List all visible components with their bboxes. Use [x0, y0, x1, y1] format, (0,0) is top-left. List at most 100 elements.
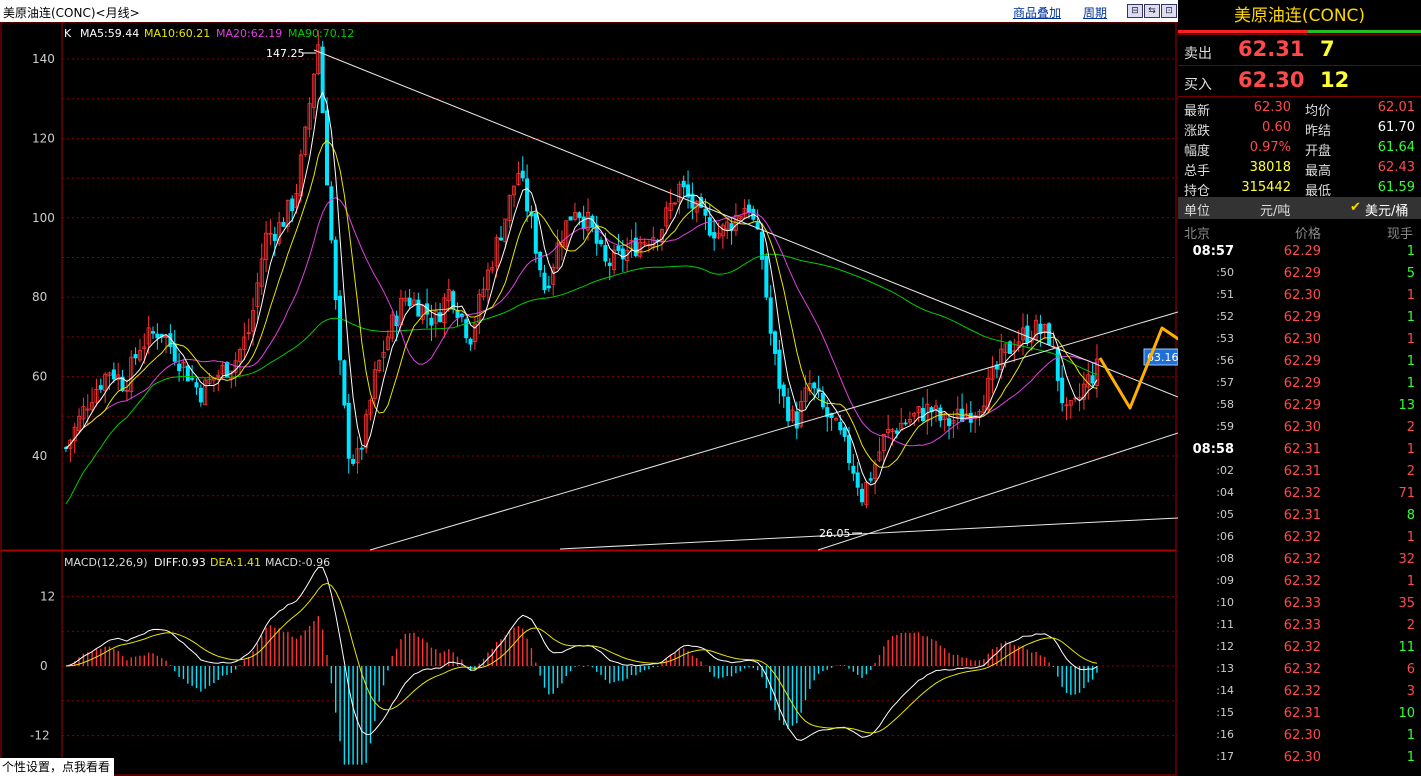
candle: [451, 289, 456, 314]
macd-y-tick-label: 0: [40, 659, 48, 673]
candle: [181, 358, 186, 381]
candle-body: [599, 239, 604, 245]
tick-row: :52 62.29 1: [1178, 307, 1421, 329]
swap-view-icon[interactable]: ⇆: [1144, 4, 1160, 18]
candle: [137, 338, 142, 363]
stat-value: 0.97%: [1249, 140, 1291, 155]
tick-volume: 35: [1398, 596, 1415, 611]
candle-body: [1025, 325, 1030, 344]
y-tick-label: 40: [32, 449, 47, 463]
candle: [907, 411, 912, 426]
ticks-head-price: 价格: [1295, 227, 1322, 242]
candle: [190, 364, 195, 382]
candle: [1077, 383, 1082, 412]
stat-value: 61.59: [1377, 180, 1415, 195]
tick-volume: 2: [1406, 464, 1415, 479]
candle-body: [746, 204, 751, 213]
candle-body: [346, 402, 351, 459]
stat-key: 总手: [1184, 164, 1211, 179]
tick-row: :08 62.32 32: [1178, 549, 1421, 571]
candle-body: [786, 396, 791, 422]
quote-stat-row: 幅度 0.97% 开盘 61.64: [1178, 139, 1421, 159]
candle: [259, 243, 264, 296]
candle-body: [903, 422, 908, 425]
candle: [94, 378, 99, 407]
candle: [568, 216, 573, 221]
tick-row: :15 62.31 10: [1178, 703, 1421, 725]
tick-time: :56: [1216, 354, 1234, 367]
tick-volume: 1: [1406, 728, 1415, 743]
candle: [455, 302, 460, 327]
candle-body: [468, 338, 473, 345]
tick-time: :09: [1216, 574, 1234, 587]
tick-volume: 6: [1406, 662, 1415, 677]
candle: [468, 337, 473, 351]
candle: [725, 218, 730, 239]
candle-body: [947, 418, 952, 427]
unit-option-cny[interactable]: 元/吨: [1260, 200, 1290, 219]
low-price-label: 26.05: [819, 527, 851, 540]
tick-time: :11: [1216, 618, 1234, 631]
candle-body: [198, 387, 203, 403]
candle: [942, 412, 947, 432]
candle: [338, 290, 343, 375]
macd-histogram: [69, 616, 1098, 765]
period-link[interactable]: 周期: [1083, 4, 1107, 21]
tick-time: :59: [1216, 420, 1234, 433]
candle: [1090, 363, 1095, 388]
candle-body: [838, 421, 843, 431]
candle: [311, 73, 316, 120]
candle: [546, 276, 551, 292]
tick-time: :06: [1216, 530, 1234, 543]
tick-row: 08:58 62.31 1: [1178, 439, 1421, 461]
tick-volume: 1: [1406, 530, 1415, 545]
candle-body: [172, 343, 177, 362]
tick-volume: 13: [1398, 398, 1415, 413]
overlay-commodity-link[interactable]: 商品叠加: [1013, 4, 1061, 21]
candle: [920, 397, 925, 423]
candle: [194, 378, 199, 395]
candle-body: [272, 233, 277, 241]
legend-k: K: [64, 27, 72, 40]
candle-body: [764, 255, 769, 298]
ticks-header: 北京 价格 现手: [1178, 222, 1421, 242]
tick-time: :53: [1216, 332, 1234, 345]
macd-dea-line: [65, 582, 1098, 734]
stat-value: 62.43: [1377, 160, 1415, 175]
candle: [124, 379, 129, 402]
tick-price: 62.30: [1283, 750, 1321, 765]
unit-option-usd[interactable]: 美元/桶: [1365, 200, 1408, 219]
candle: [459, 312, 464, 323]
stat-key: 开盘: [1305, 144, 1332, 159]
tick-price: 62.29: [1283, 266, 1321, 281]
maximize-icon[interactable]: ⊡: [1161, 4, 1177, 18]
restore-window-icon[interactable]: ⊟: [1127, 4, 1143, 18]
tick-time: :52: [1216, 310, 1234, 323]
tick-time: :04: [1216, 486, 1234, 499]
tick-price: 62.32: [1283, 684, 1321, 699]
candle: [572, 202, 577, 222]
candle: [512, 185, 517, 208]
tick-volume: 1: [1406, 354, 1415, 369]
legend-dea: DEA:1.41: [210, 556, 261, 569]
kline-chart[interactable]: 140120100806040120-12147.2526.0563.16K MA…: [0, 22, 1178, 776]
candle-body: [855, 472, 860, 488]
sell-strength-bar: [1178, 30, 1308, 33]
sell-volume: 7: [1320, 37, 1335, 61]
chart-title: 美原油连(CONC)<月线>: [3, 6, 140, 20]
candle-body: [773, 331, 778, 354]
stat-value: 38018: [1249, 160, 1291, 175]
candle-body: [616, 245, 621, 251]
candle: [155, 323, 160, 350]
candle-body: [868, 478, 873, 481]
candle: [298, 149, 303, 203]
macd-diff-line: [65, 566, 1098, 741]
stat-value: 0.60: [1262, 120, 1291, 135]
macd-y-tick-label: -12: [30, 729, 50, 743]
tick-volume: 8: [1406, 508, 1415, 523]
candle: [333, 236, 338, 310]
ma5-line: [65, 91, 1098, 486]
personal-settings-hint[interactable]: 个性设置，点我看看: [0, 758, 114, 776]
candle: [916, 406, 921, 423]
tick-volume: 1: [1406, 310, 1415, 325]
